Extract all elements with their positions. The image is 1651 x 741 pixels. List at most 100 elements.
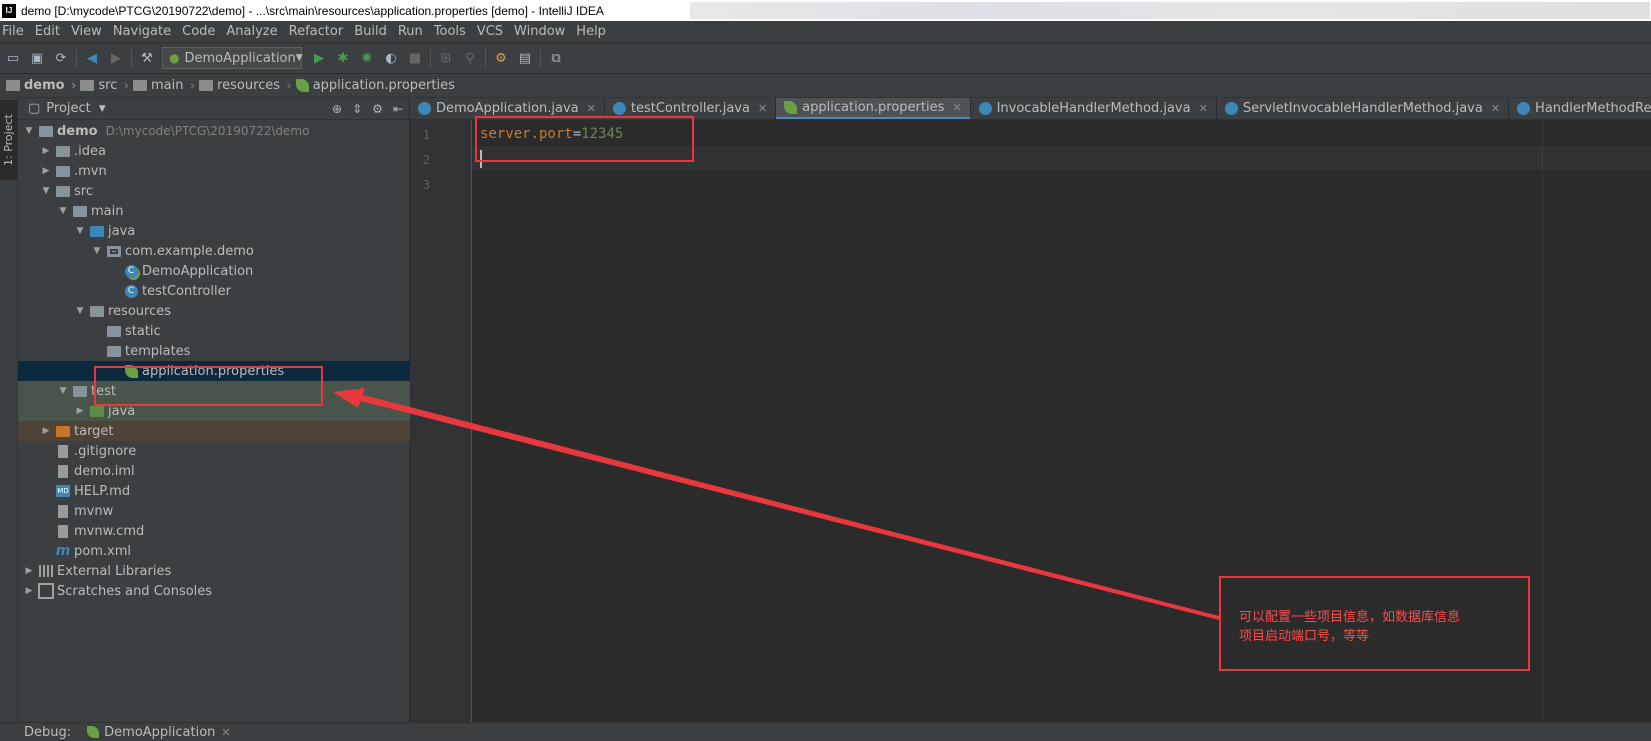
tree-item-src[interactable]: ▼ src [18,181,410,201]
tree-item-demoapplication[interactable]: DemoApplication [18,261,410,281]
menu-help[interactable]: Help [576,24,606,39]
tree-item-static[interactable]: static [18,321,410,341]
menu-tools[interactable]: Tools [434,24,466,39]
tree-item-label: main [91,203,124,219]
sync-icon[interactable]: ⟳ [52,49,70,67]
tree-item-target[interactable]: ▶ target [18,421,410,441]
menu-file[interactable]: File [2,24,24,39]
close-icon[interactable]: ✕ [1491,102,1500,115]
close-icon[interactable]: ✕ [952,101,961,114]
chevron-down-icon[interactable]: ▼ [73,306,87,316]
scratch-icon [38,584,54,598]
tree-item-testcontroller[interactable]: testController [18,281,410,301]
tree-item-idea[interactable]: ▶ .idea [18,141,410,161]
tree-item-mvn[interactable]: ▶ .mvn [18,161,410,181]
chevron-down-icon[interactable]: ▼ [39,186,53,196]
search-everywhere-icon[interactable]: ⧉ [547,49,565,67]
vcs-icon[interactable]: ⚲ [461,49,479,67]
gear-icon[interactable]: ⚙ [372,102,383,116]
tree-item-external-libraries[interactable]: ▶ External Libraries [18,561,410,581]
tree-item-scratches-and-consoles[interactable]: ▶ Scratches and Consoles [18,581,410,601]
chevron-down-icon[interactable]: ▼ [73,226,87,236]
menu-window[interactable]: Window [514,24,565,39]
tree-item-java[interactable]: ▼ java [18,221,410,241]
chevron-right-icon[interactable]: ▶ [39,426,53,436]
save-all-icon[interactable]: ▣ [28,49,46,67]
tab-application-properties[interactable]: application.properties ✕ [776,98,971,119]
tab-servletinvocablehandlermethod-java[interactable]: ServletInvocableHandlerMethod.java ✕ [1217,98,1510,119]
menu-view[interactable]: View [71,24,102,39]
menu-navigate[interactable]: Navigate [113,24,171,39]
chevron-right-icon[interactable]: ▶ [39,146,53,156]
chevron-down-icon[interactable]: ▼ [56,206,70,216]
locate-file-icon[interactable]: ⊕ [332,102,342,116]
close-icon[interactable]: ✕ [221,726,230,739]
tree-item-label: pom.xml [74,543,131,559]
tree-item-templates[interactable]: templates [18,341,410,361]
stop-icon[interactable]: ■ [406,49,424,67]
menu-run[interactable]: Run [398,24,423,39]
menu-refactor[interactable]: Refactor [289,24,344,39]
project-tool-window: ▢ Project ▼ ⊕ ⇕ ⚙ ⇤ ▼ demo D:\mycode\PTCG\… [18,98,410,722]
breadcrumb-item-demo[interactable]: demo › [6,78,76,94]
close-icon[interactable]: ✕ [758,102,767,115]
tab-handlermethodreturnvaluehandler[interactable]: HandlerMethodReturnValueHandl [1509,98,1651,119]
back-icon[interactable]: ◀ [83,49,101,67]
menu-code[interactable]: Code [182,24,215,39]
chevron-right-icon[interactable]: ▶ [39,166,53,176]
settings-icon[interactable]: ▤ [516,49,534,67]
tree-item-demo[interactable]: ▼ demo D:\mycode\PTCG\20190722\demo [18,121,410,141]
breadcrumb-item-main[interactable]: main › [132,78,195,94]
build-icon[interactable]: ⚒ [138,49,156,67]
forward-icon[interactable]: ▶ [107,49,125,67]
project-structure-icon[interactable]: ⚙ [492,49,510,67]
tab-invocablehandlermethod-java[interactable]: InvocableHandlerMethod.java ✕ [971,98,1217,119]
menu-edit[interactable]: Edit [35,24,60,39]
attach-debugger-icon[interactable]: ⊞ [437,49,455,67]
chevron-right-icon[interactable]: ▶ [22,566,36,576]
debug-icon[interactable]: ✱ [334,49,352,67]
class-icon [123,284,139,298]
class-icon [1517,102,1531,115]
breadcrumb-item-application-properties[interactable]: application.properties [295,78,455,93]
chevron-down-icon[interactable]: ▼ [56,386,70,396]
breadcrumb-item-src[interactable]: src › [80,78,129,94]
menu-build[interactable]: Build [354,24,387,39]
tree-item-gitignore[interactable]: .gitignore [18,441,410,461]
menu-analyze[interactable]: Analyze [226,24,277,39]
chevron-down-icon[interactable]: ▼ [22,126,36,136]
close-icon[interactable]: ✕ [587,102,596,115]
run-icon[interactable]: ▶ [310,49,328,67]
project-panel-title[interactable]: Project [46,101,90,116]
tree-item-demo-iml[interactable]: demo.iml [18,461,410,481]
tree-item-mvnw-cmd[interactable]: mvnw.cmd [18,521,410,541]
project-tool-window-tab[interactable]: 1: Project [0,100,17,180]
tree-item-resources[interactable]: ▼ resources [18,301,410,321]
chevron-down-icon[interactable]: ▼ [99,104,106,114]
profile-icon[interactable]: ◐ [382,49,400,67]
main-toolbar: ▭ ▣ ⟳ ◀ ▶ ⚒ ● DemoApplication ▼ ▶ ✱ ✺ ◐ … [0,43,1651,74]
tree-item-main[interactable]: ▼ main [18,201,410,221]
tree-item-help-md[interactable]: HELP.md [18,481,410,501]
close-icon[interactable]: ✕ [1199,102,1208,115]
chevron-down-icon[interactable]: ▼ [90,246,104,256]
coverage-icon[interactable]: ✺ [358,49,376,67]
chevron-right-icon[interactable]: ▶ [73,406,87,416]
window-title: demo [D:\mycode\PTCG\20190722\demo] - ..… [21,3,604,18]
breadcrumb-item-resources[interactable]: resources › [199,78,292,94]
run-configuration-select[interactable]: ● DemoApplication ▼ [162,47,303,69]
spring-properties-icon [295,79,309,92]
window-title-bar: IJ demo [D:\mycode\PTCG\20190722\demo] -… [0,0,1651,21]
tree-item-pom-xml[interactable]: m pom.xml [18,541,410,561]
debug-session-tab[interactable]: DemoApplication ✕ [87,725,231,740]
tree-item-mvnw[interactable]: mvnw [18,501,410,521]
menu-vcs[interactable]: VCS [477,24,503,39]
hide-panel-icon[interactable]: ⇤ [393,102,403,116]
tree-item-label: demo [57,123,98,139]
open-folder-icon[interactable]: ▭ [4,49,22,67]
collapse-all-icon[interactable]: ⇕ [352,102,362,116]
tree-item-com-example-demo[interactable]: ▼ com.example.demo [18,241,410,261]
chevron-right-icon[interactable]: ▶ [22,586,36,596]
spring-leaf-icon: ● [169,51,180,65]
tree-item-label: External Libraries [57,563,172,579]
